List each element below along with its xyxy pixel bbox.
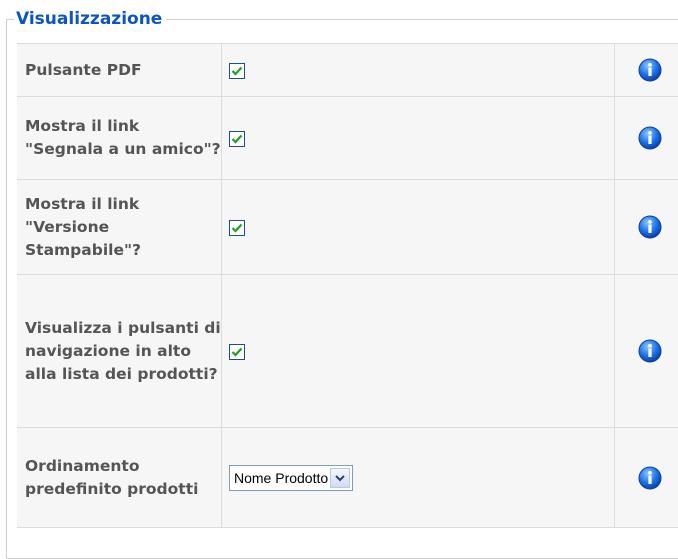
top-navigation-buttons-checkbox[interactable] xyxy=(229,344,245,360)
table-row: Visualizza i pulsanti di navigazione in … xyxy=(17,274,678,428)
info-icon[interactable] xyxy=(638,215,662,239)
info-icon[interactable] xyxy=(638,466,662,490)
table-row: Pulsante PDF xyxy=(17,43,678,97)
table-row: Mostra il link "Segnala a un amico"? xyxy=(17,96,678,180)
row-label: Mostra il link "Versione Stampabile"? xyxy=(17,179,222,275)
check-mark-icon xyxy=(231,347,243,357)
table-row: Ordinamento predefinito prodotti Nome Pr… xyxy=(17,427,678,528)
info-icon[interactable] xyxy=(638,339,662,363)
row-label: Mostra il link "Segnala a un amico"? xyxy=(17,96,222,180)
row-label: Pulsante PDF xyxy=(17,43,222,97)
check-mark-icon xyxy=(231,134,243,144)
pdf-button-checkbox[interactable] xyxy=(229,63,245,79)
row-label: Visualizza i pulsanti di navigazione in … xyxy=(17,274,222,428)
dropdown-arrow-button[interactable] xyxy=(330,467,351,488)
check-mark-icon xyxy=(231,223,243,233)
send-to-friend-checkbox[interactable] xyxy=(229,131,245,147)
chevron-down-icon xyxy=(335,474,345,481)
settings-table: Pulsante PDF Mostra il link "Segnala a u… xyxy=(17,43,678,528)
table-row: Mostra il link "Versione Stampabile"? xyxy=(17,179,678,275)
info-icon[interactable] xyxy=(638,58,662,82)
fieldset-legend: Visualizzazione xyxy=(14,6,167,32)
row-label: Ordinamento predefinito prodotti xyxy=(17,427,222,528)
default-product-order-select[interactable]: Nome Prodotto xyxy=(229,464,354,491)
printable-version-checkbox[interactable] xyxy=(229,220,245,236)
check-mark-icon xyxy=(231,66,243,76)
info-icon[interactable] xyxy=(638,126,662,150)
